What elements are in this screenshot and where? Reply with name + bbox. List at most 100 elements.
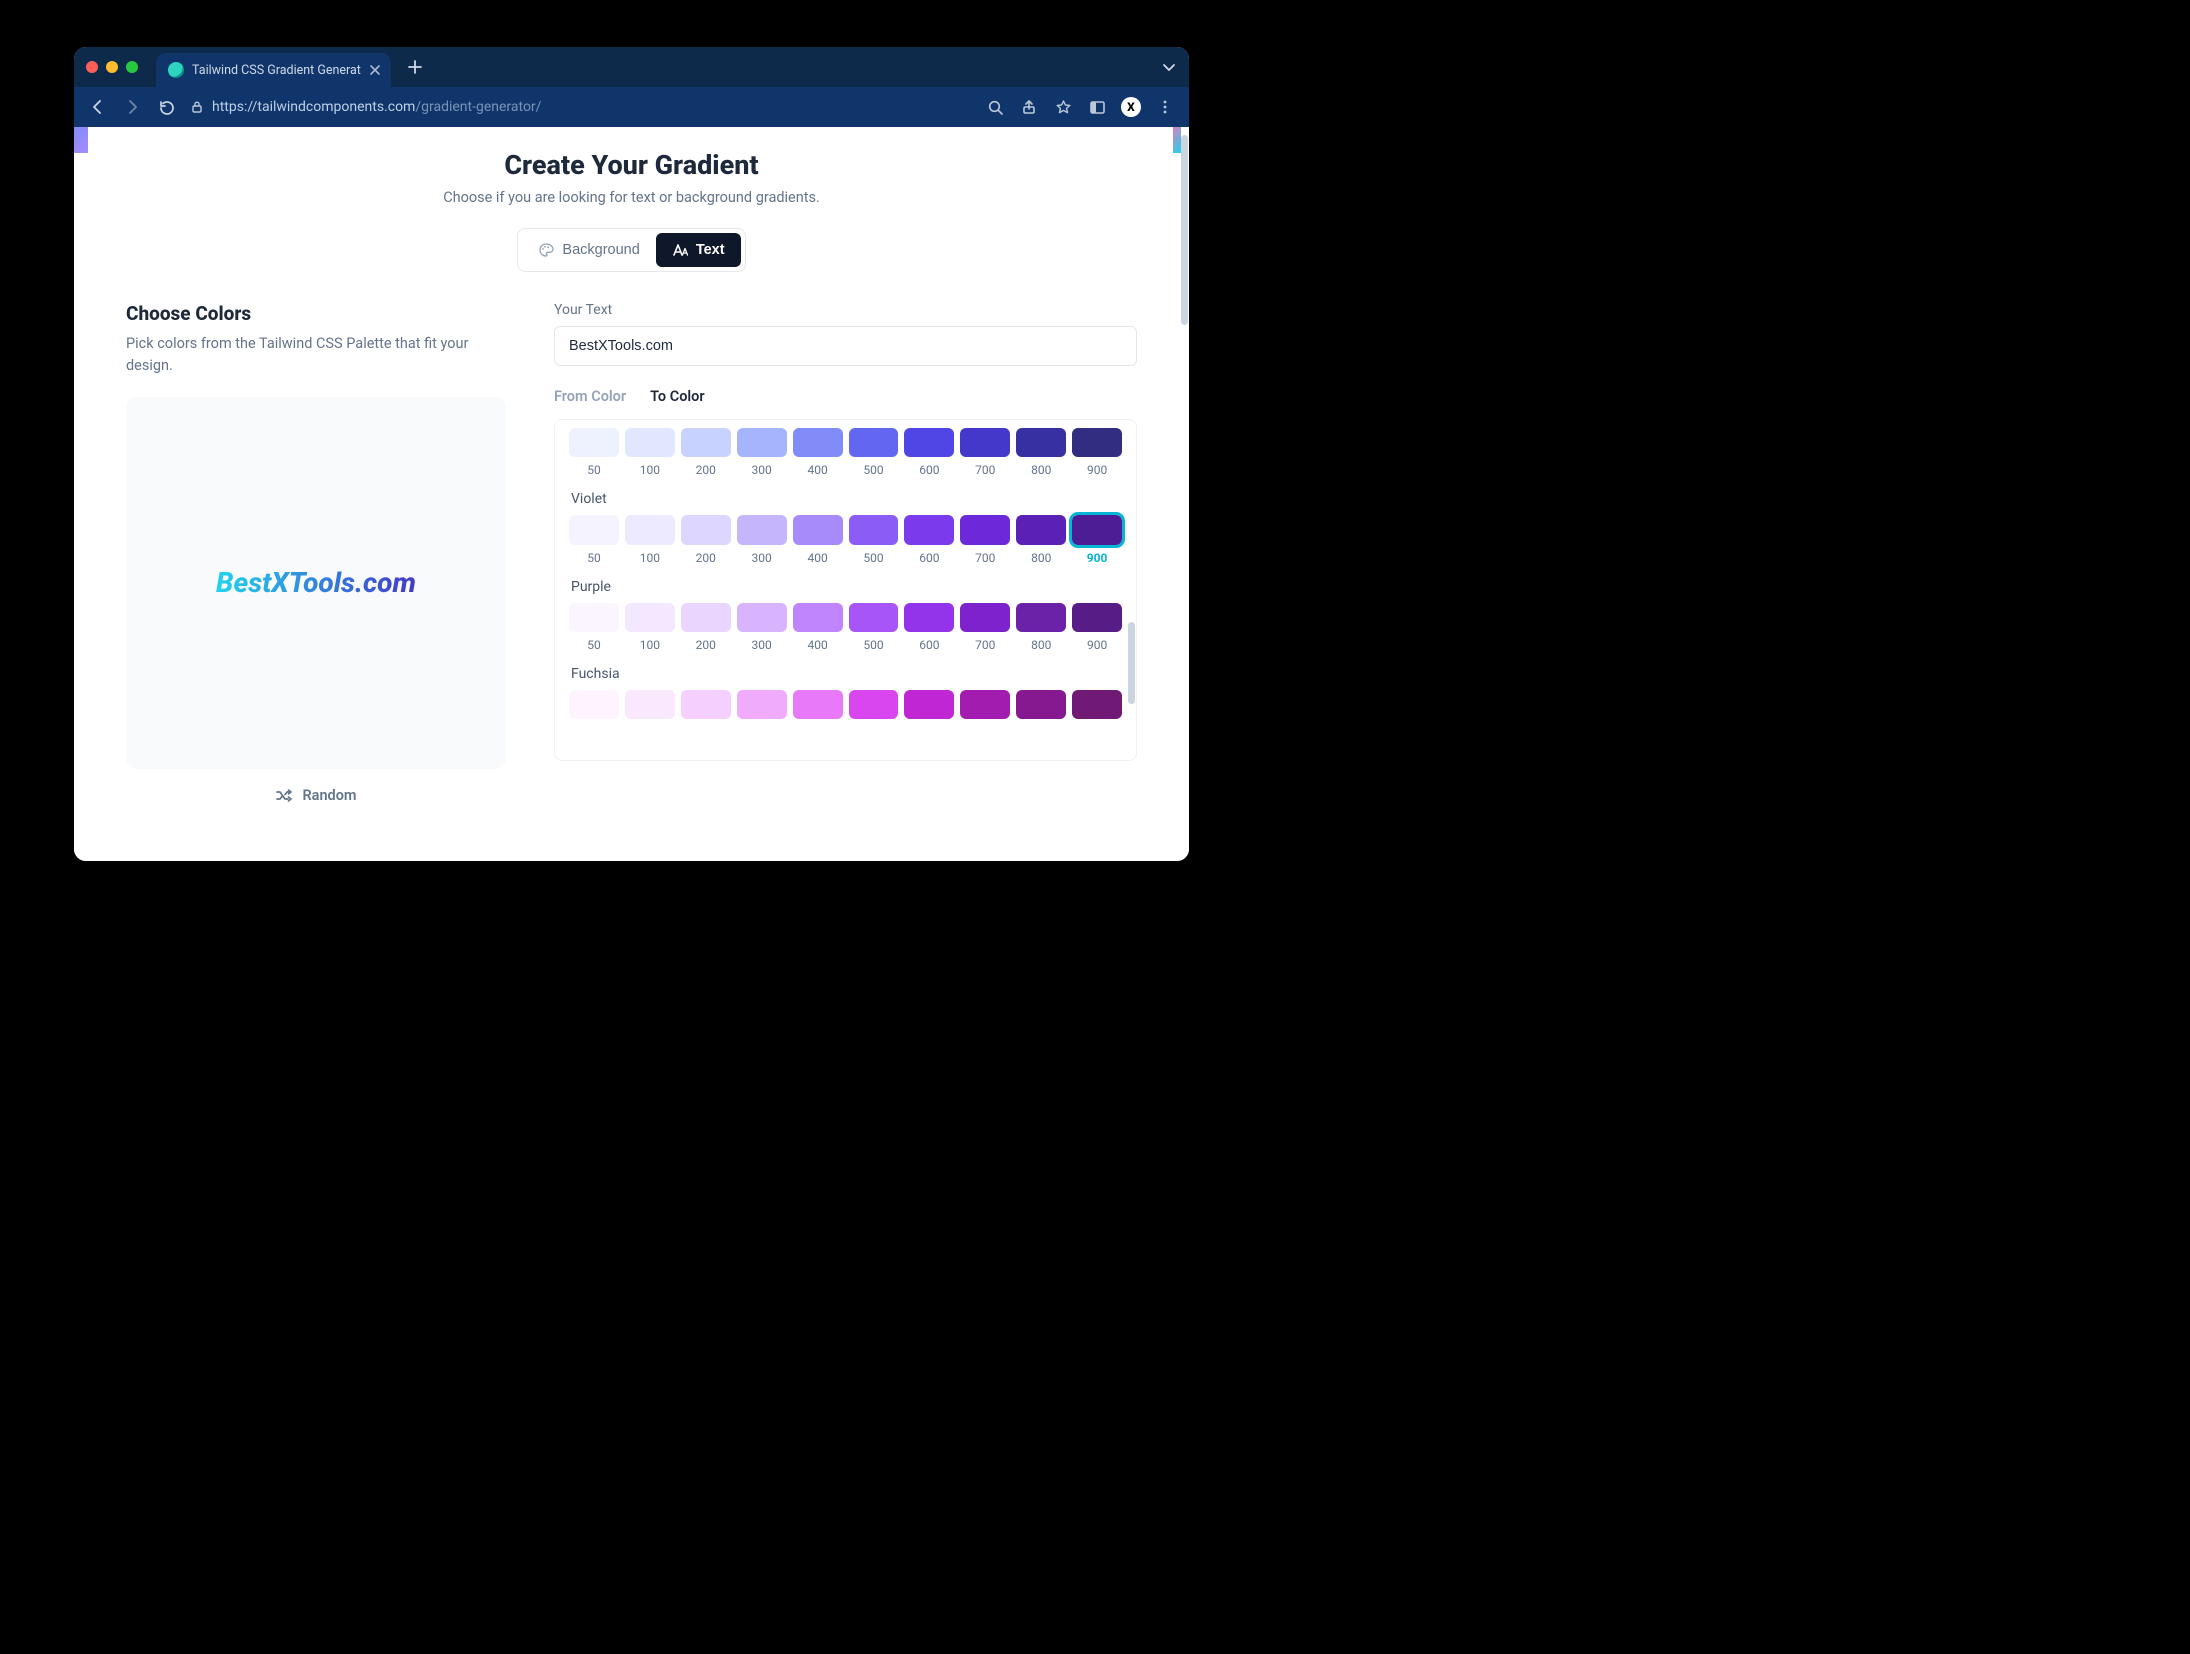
swatch-chip[interactable] [625, 428, 675, 457]
random-button[interactable]: Random [126, 787, 506, 804]
color-swatch[interactable]: 50 [569, 690, 619, 719]
color-swatch[interactable]: 200 [681, 690, 731, 719]
swatch-chip[interactable] [1016, 515, 1066, 544]
extension-icon[interactable]: X [1121, 97, 1141, 117]
swatch-chip[interactable] [1016, 603, 1066, 632]
swatch-chip[interactable] [681, 515, 731, 544]
swatch-chip[interactable] [793, 603, 843, 632]
from-color-tab[interactable]: From Color [554, 388, 626, 405]
color-swatch[interactable]: 400 [793, 428, 843, 477]
color-swatch[interactable]: 800 [1016, 690, 1066, 719]
swatch-chip[interactable] [849, 428, 899, 457]
color-swatch[interactable]: 50 [569, 603, 619, 652]
swatch-chip[interactable] [625, 603, 675, 632]
swatch-chip[interactable] [569, 603, 619, 632]
swatch-chip[interactable] [849, 603, 899, 632]
color-swatch[interactable]: 500 [849, 515, 899, 564]
close-tab-icon[interactable] [369, 64, 381, 76]
color-swatch[interactable]: 300 [737, 690, 787, 719]
swatch-chip[interactable] [569, 690, 619, 719]
swatch-chip[interactable] [1072, 515, 1122, 544]
menu-icon[interactable] [1155, 97, 1175, 117]
color-swatch[interactable]: 600 [904, 603, 954, 652]
reload-button[interactable] [156, 97, 176, 117]
swatch-chip[interactable] [793, 690, 843, 719]
swatch-chip[interactable] [904, 603, 954, 632]
swatch-chip[interactable] [1072, 428, 1122, 457]
color-swatch[interactable]: 600 [904, 690, 954, 719]
tabs-dropdown-icon[interactable] [1161, 59, 1177, 75]
swatch-chip[interactable] [904, 690, 954, 719]
color-swatch[interactable]: 400 [793, 603, 843, 652]
minimize-window-button[interactable] [106, 61, 118, 73]
color-swatch[interactable]: 900 [1072, 515, 1122, 564]
color-swatch[interactable]: 700 [960, 515, 1010, 564]
color-swatch[interactable]: 100 [625, 603, 675, 652]
swatch-chip[interactable] [569, 428, 619, 457]
new-tab-button[interactable] [401, 59, 429, 75]
swatch-chip[interactable] [904, 428, 954, 457]
back-button[interactable] [88, 97, 108, 117]
color-swatch[interactable]: 600 [904, 428, 954, 477]
browser-tab[interactable]: Tailwind CSS Gradient Generat [156, 53, 391, 87]
color-swatch[interactable]: 500 [849, 603, 899, 652]
maximize-window-button[interactable] [126, 61, 138, 73]
color-swatch[interactable]: 50 [569, 515, 619, 564]
swatch-chip[interactable] [960, 428, 1010, 457]
swatch-chip[interactable] [1016, 690, 1066, 719]
swatch-chip[interactable] [793, 515, 843, 544]
color-swatch[interactable]: 50 [569, 428, 619, 477]
search-icon[interactable] [985, 97, 1005, 117]
color-swatch[interactable]: 100 [625, 690, 675, 719]
swatch-chip[interactable] [737, 515, 787, 544]
share-icon[interactable] [1019, 97, 1039, 117]
color-swatch[interactable]: 900 [1072, 428, 1122, 477]
bookmark-icon[interactable] [1053, 97, 1073, 117]
color-swatch[interactable]: 800 [1016, 515, 1066, 564]
swatch-chip[interactable] [849, 690, 899, 719]
swatch-chip[interactable] [681, 690, 731, 719]
color-swatch[interactable]: 500 [849, 428, 899, 477]
swatch-chip[interactable] [960, 515, 1010, 544]
side-panel-icon[interactable] [1087, 97, 1107, 117]
color-swatch[interactable]: 900 [1072, 690, 1122, 719]
swatch-chip[interactable] [1016, 428, 1066, 457]
swatch-chip[interactable] [681, 603, 731, 632]
color-swatch[interactable]: 100 [625, 515, 675, 564]
color-swatch[interactable]: 300 [737, 515, 787, 564]
swatch-chip[interactable] [625, 515, 675, 544]
swatch-chip[interactable] [1072, 603, 1122, 632]
background-mode-button[interactable]: Background [522, 233, 655, 267]
color-swatch[interactable]: 700 [960, 690, 1010, 719]
text-mode-button[interactable]: Text [656, 233, 741, 267]
color-swatch[interactable]: 100 [625, 428, 675, 477]
close-window-button[interactable] [86, 61, 98, 73]
color-swatch[interactable]: 200 [681, 428, 731, 477]
swatch-chip[interactable] [737, 428, 787, 457]
forward-button[interactable] [122, 97, 142, 117]
page-scrollbar[interactable] [1181, 135, 1188, 325]
swatch-chip[interactable] [1072, 690, 1122, 719]
color-swatch[interactable]: 700 [960, 603, 1010, 652]
color-swatch[interactable]: 400 [793, 690, 843, 719]
swatch-chip[interactable] [849, 515, 899, 544]
color-swatch[interactable]: 300 [737, 428, 787, 477]
color-swatch[interactable]: 600 [904, 515, 954, 564]
to-color-tab[interactable]: To Color [650, 388, 705, 405]
color-swatch[interactable]: 400 [793, 515, 843, 564]
color-swatch[interactable]: 800 [1016, 603, 1066, 652]
swatch-chip[interactable] [681, 428, 731, 457]
swatch-chip[interactable] [904, 515, 954, 544]
color-swatch[interactable]: 200 [681, 603, 731, 652]
swatch-chip[interactable] [960, 690, 1010, 719]
palette-scrollbar[interactable] [1128, 622, 1135, 704]
swatch-chip[interactable] [625, 690, 675, 719]
address-bar[interactable]: https://tailwindcomponents.com/gradient-… [190, 99, 971, 115]
swatch-chip[interactable] [569, 515, 619, 544]
color-swatch[interactable]: 700 [960, 428, 1010, 477]
color-swatch[interactable]: 200 [681, 515, 731, 564]
color-swatch[interactable]: 900 [1072, 603, 1122, 652]
color-swatch[interactable]: 500 [849, 690, 899, 719]
swatch-chip[interactable] [960, 603, 1010, 632]
swatch-chip[interactable] [793, 428, 843, 457]
